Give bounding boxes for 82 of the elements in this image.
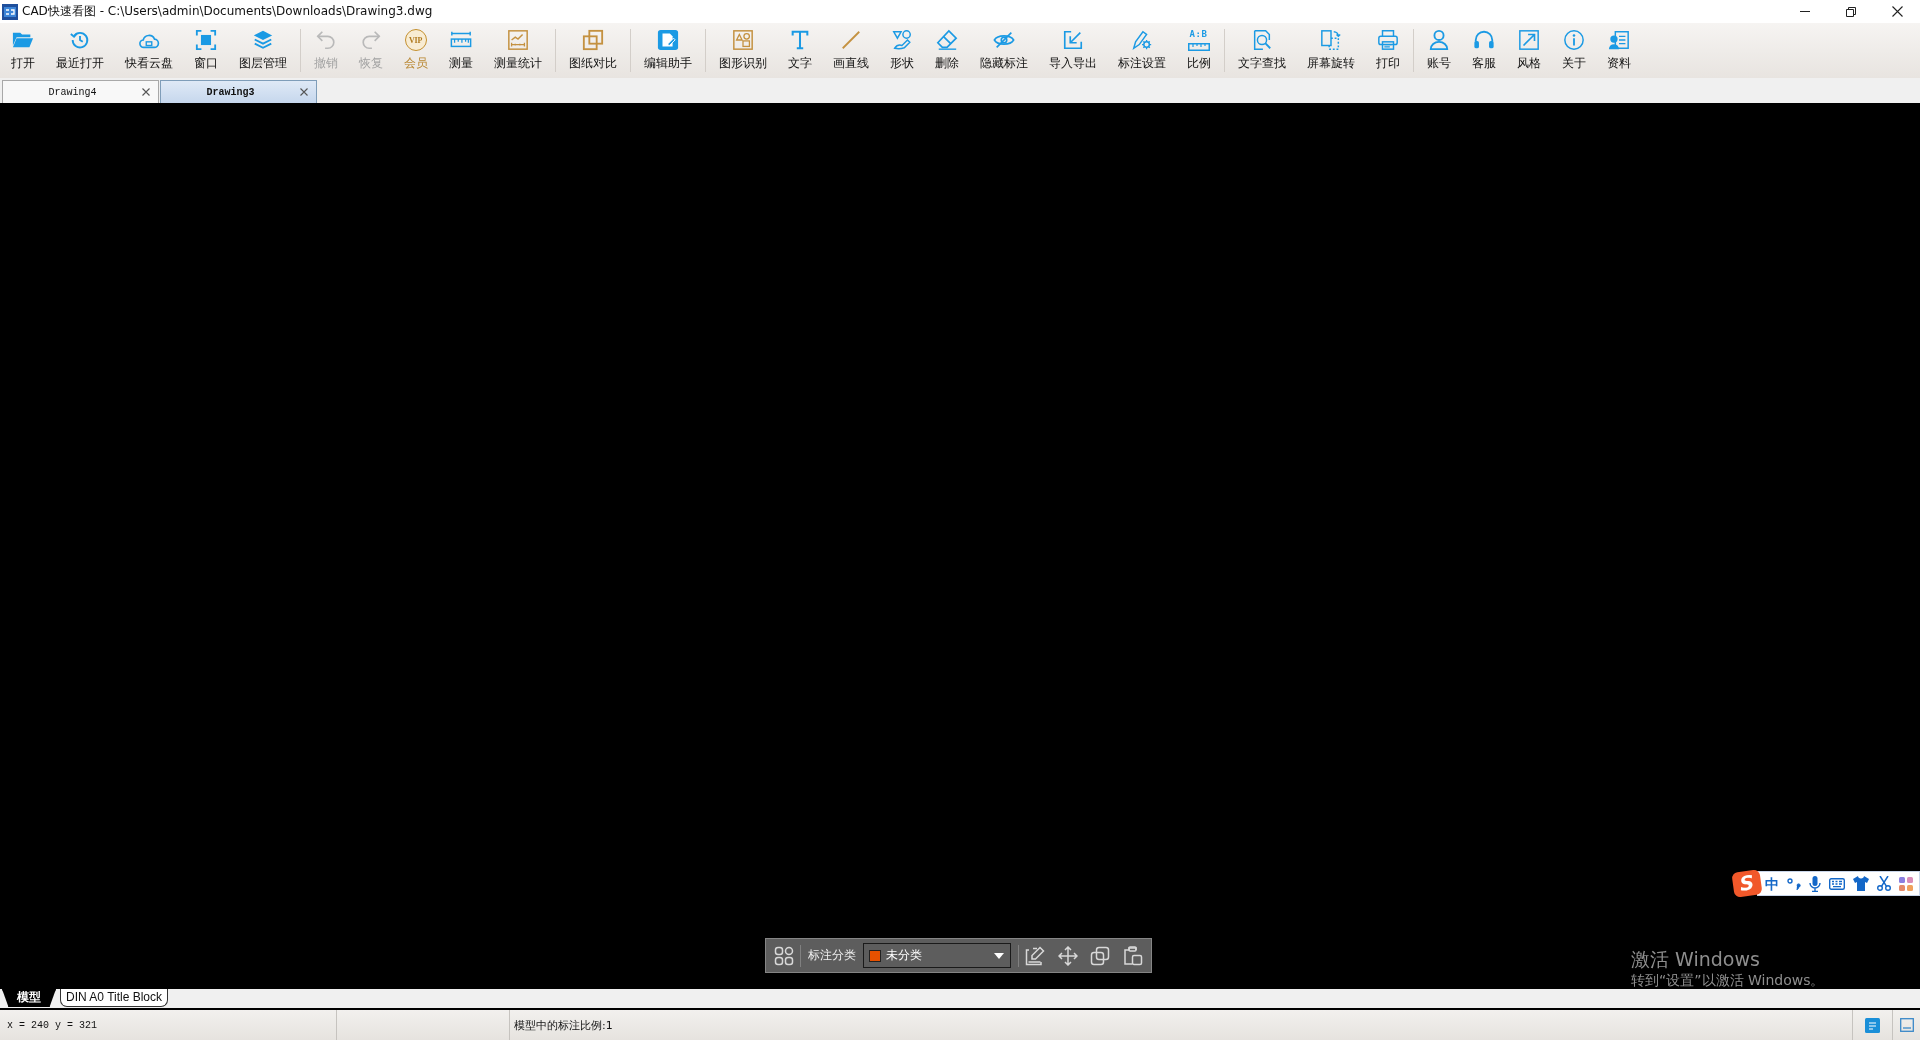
toolbar-button[interactable]: 测量统计	[483, 23, 552, 78]
pen-gear-icon	[1130, 29, 1153, 51]
toolbar-button[interactable]: 风格	[1506, 23, 1551, 78]
vip-badge: VIP	[404, 29, 427, 51]
punctuation-icon[interactable]	[1787, 877, 1801, 890]
restore-icon	[1846, 6, 1856, 17]
eraser-icon	[935, 29, 958, 51]
grid-icon[interactable]	[774, 945, 794, 966]
close-icon[interactable]	[300, 88, 308, 96]
toolbar-button[interactable]: 资料	[1596, 23, 1641, 78]
toolbar-button[interactable]: A:B 比例	[1176, 23, 1221, 78]
toolbar-button[interactable]: 最近打开	[45, 23, 114, 78]
toolbar-button[interactable]: 快看云盘	[114, 23, 183, 78]
scissors-icon[interactable]	[1877, 876, 1891, 891]
rotate-screen-icon	[1319, 29, 1342, 51]
paste-icon[interactable]	[1123, 945, 1143, 966]
move-icon[interactable]	[1058, 945, 1078, 966]
chart-icon	[506, 29, 529, 51]
person-icon	[1427, 29, 1450, 51]
clock-icon	[68, 29, 91, 51]
toolbar-button[interactable]: 文字查找	[1227, 23, 1296, 78]
coordinates-readout: x = 240 y = 321	[7, 1019, 97, 1031]
hidden-eye-icon	[992, 29, 1015, 51]
ruler-icon	[1187, 43, 1210, 51]
copy-icon[interactable]	[1090, 945, 1110, 966]
apps-icon[interactable]	[1899, 876, 1913, 891]
category-dropdown[interactable]: 未分类	[863, 943, 1011, 968]
shape-tools-icon	[890, 29, 913, 51]
line-icon	[839, 29, 862, 51]
expand-icon	[1517, 29, 1540, 51]
toolbar-button[interactable]: 隐藏标注	[969, 23, 1038, 78]
info-icon	[1562, 29, 1585, 51]
shirt-icon[interactable]	[1853, 876, 1869, 891]
input-mode-toggle[interactable]: 中	[1765, 875, 1779, 892]
frame-icon	[194, 29, 217, 51]
redo-icon	[359, 29, 382, 51]
toolbar-button[interactable]: 打印	[1365, 23, 1410, 78]
toolbar-button[interactable]: 文字	[777, 23, 822, 78]
worker-document-icon	[1607, 29, 1630, 51]
toolbar-button[interactable]: 测量	[438, 23, 483, 78]
microphone-icon[interactable]	[1809, 875, 1821, 892]
toolbar-button[interactable]: 图层管理	[228, 23, 297, 78]
edit-icon[interactable]	[1025, 945, 1045, 966]
toolbar-button[interactable]: 标注设置	[1107, 23, 1176, 78]
layers-icon	[251, 29, 274, 51]
category-label: 标注分类	[808, 947, 856, 964]
toolbar-button[interactable]: 删除	[924, 23, 969, 78]
window-icon[interactable]	[1899, 1018, 1914, 1032]
toolbar-button[interactable]: 关于	[1551, 23, 1596, 78]
toolbar-button[interactable]: 导入导出	[1038, 23, 1107, 78]
activation-title: 激活 Windows	[1631, 947, 1761, 971]
toolbar-button[interactable]: 账号	[1416, 23, 1461, 78]
toolbar-button[interactable]: 屏幕旋转	[1296, 23, 1365, 78]
toolbar-button[interactable]: 画直线	[822, 23, 879, 78]
undo-icon	[314, 29, 337, 51]
window-title: CAD快速看图 - C:\Users\admin\Documents\Downloads\Drawing3.dwg	[22, 3, 433, 20]
document-tab[interactable]: Drawing3	[160, 80, 317, 103]
headset-icon	[1472, 29, 1495, 51]
close-icon[interactable]	[142, 88, 150, 96]
toolbar-button[interactable]: 编辑助手	[633, 23, 702, 78]
toolbar-button[interactable]: 图纸对比	[558, 23, 627, 78]
layout-tab[interactable]: 模型	[2, 989, 56, 1007]
shapes-frame-icon	[731, 29, 754, 51]
ratio-label: A:B	[1189, 29, 1208, 40]
edit-tile-icon	[656, 29, 679, 51]
activation-message: 转到“设置”以激活 Windows。	[1631, 971, 1825, 989]
export-icon	[1061, 29, 1084, 51]
layout-tab[interactable]: DIN A0 Title Block	[60, 989, 169, 1007]
toolbar-button[interactable]: 形状	[879, 23, 924, 78]
overlap-icon	[581, 29, 604, 51]
toolbar-button[interactable]: 客服	[1461, 23, 1506, 78]
toolbar-button[interactable]: 打开	[0, 23, 45, 78]
tile-icon[interactable]	[1865, 1017, 1880, 1033]
printer-icon	[1376, 29, 1399, 51]
document-tab[interactable]: Drawing4	[2, 80, 159, 103]
close-icon	[1891, 6, 1903, 17]
annotation-scale-text: 模型中的标注比例:1	[514, 1017, 613, 1033]
toolbar-button[interactable]: 窗口	[183, 23, 228, 78]
caret-icon	[994, 952, 1004, 959]
minimize-icon	[1800, 11, 1810, 12]
keyboard-icon[interactable]	[1829, 877, 1845, 890]
toolbar-button[interactable]: 图形识别	[708, 23, 777, 78]
